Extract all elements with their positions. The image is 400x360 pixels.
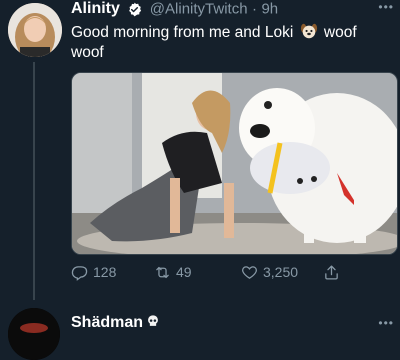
tweet-text-part-1: Good morning from me and Loki xyxy=(71,24,294,41)
tweet-text: Good morning from me and Loki woof woof xyxy=(71,22,391,63)
reply-icon xyxy=(71,265,88,281)
next-tweet-name-text: Shädman xyxy=(71,314,144,331)
separator: · xyxy=(252,0,257,18)
more-options-icon[interactable]: ••• xyxy=(378,0,394,14)
next-tweet-more-options-icon[interactable]: ••• xyxy=(378,316,394,330)
next-tweet-avatar[interactable] xyxy=(8,308,60,360)
tweet[interactable]: Alinity @AlinityTwitch · 9h ••• Good mor… xyxy=(0,0,400,327)
tweet-header: Alinity @AlinityTwitch · 9h xyxy=(71,0,278,20)
thread-line xyxy=(33,62,35,300)
reply-button[interactable]: 128 xyxy=(71,262,116,282)
reply-count: 128 xyxy=(93,264,117,280)
verified-icon xyxy=(127,2,142,17)
like-button[interactable]: 3,250 xyxy=(241,262,298,282)
dog-face-emoji-icon xyxy=(300,22,318,40)
next-tweet[interactable]: Shädman ••• xyxy=(0,300,400,360)
display-name[interactable]: Alinity xyxy=(71,0,120,17)
timestamp[interactable]: 9h xyxy=(261,1,278,18)
retweet-icon xyxy=(156,266,169,278)
skull-icon xyxy=(146,314,160,328)
tweet-photo[interactable] xyxy=(71,72,398,255)
share-button[interactable] xyxy=(323,262,345,282)
retweet-button[interactable]: 49 xyxy=(154,262,192,282)
like-count: 3,250 xyxy=(263,264,299,280)
tweet-actions: 128 49 3,250 xyxy=(71,262,391,282)
heart-icon xyxy=(242,265,257,279)
retweet-count: 49 xyxy=(176,264,192,280)
avatar[interactable] xyxy=(8,3,62,57)
next-tweet-display-name[interactable]: Shädman xyxy=(71,314,160,332)
share-icon xyxy=(325,264,338,280)
handle[interactable]: @AlinityTwitch xyxy=(150,1,248,18)
